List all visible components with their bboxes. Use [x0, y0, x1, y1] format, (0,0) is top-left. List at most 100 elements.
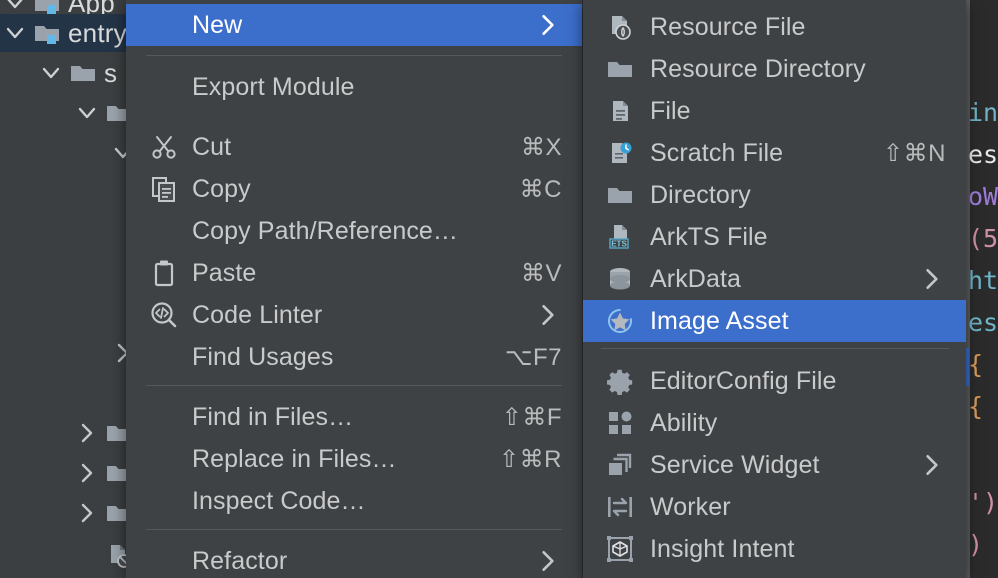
menu-item[interactable]: EditorConfig File [583, 360, 966, 402]
menu-item[interactable]: Find in Files…⇧⌘F [126, 396, 582, 438]
service-widget-icon [600, 444, 640, 486]
chevron-down-icon[interactable] [0, 0, 30, 14]
menu-item-label: Inspect Code… [188, 487, 582, 516]
menu-item[interactable]: Service Widget [583, 444, 966, 486]
menu-item-label: Service Widget [640, 451, 920, 480]
menu-item[interactable]: ETS ArkTS File [583, 216, 966, 258]
menu-icon-placeholder [140, 480, 188, 522]
menu-item-label: Export Module [188, 73, 582, 102]
context-menu[interactable]: NewExport ModuleCut⌘XCopy⌘CCopy Path/Ref… [126, 0, 583, 578]
menu-icon-placeholder [140, 396, 188, 438]
ability-grid-icon [600, 402, 640, 444]
ide-window: Appentrys. inesoW(5htes{{')) NewExport M… [0, 0, 998, 578]
menu-item-label: Scratch File [640, 139, 883, 168]
new-submenu[interactable]: Resource File Resource Directory File Scrat… [583, 0, 966, 578]
menu-icon-placeholder [140, 438, 188, 480]
chevron-down-icon[interactable] [0, 22, 30, 44]
menu-item-label: Worker [640, 493, 966, 522]
menu-item[interactable]: Copy Path/Reference… [126, 210, 582, 252]
menu-item-shortcut: ⌘V [521, 259, 582, 288]
folder-module-icon [30, 19, 64, 47]
image-asset-star-icon [600, 300, 640, 342]
menu-item-shortcut: ⌥F7 [505, 343, 582, 372]
chevron-right-icon[interactable] [72, 502, 102, 524]
menu-item-label: Ability [640, 409, 966, 438]
menu-item[interactable]: Refactor [126, 540, 582, 578]
copy-icon [140, 168, 188, 210]
menu-item[interactable]: Scratch File⇧⌘N [583, 132, 966, 174]
menu-item[interactable]: Export Module [126, 66, 582, 108]
menu-item-shortcut: ⌘C [520, 175, 582, 204]
arkts-file-icon: ETS [600, 216, 640, 258]
menu-item[interactable]: Code Linter [126, 294, 582, 336]
menu-item-label: Image Asset [640, 307, 966, 336]
chevron-down-icon[interactable] [36, 62, 66, 84]
menu-item-shortcut: ⇧⌘F [502, 403, 582, 432]
menu-item-label: Find in Files… [188, 403, 502, 432]
menu-item[interactable]: Resource Directory [583, 48, 966, 90]
menu-item[interactable]: Worker [583, 486, 966, 528]
menu-item[interactable]: Paste⌘V [126, 252, 582, 294]
menu-icon-placeholder [140, 66, 188, 108]
worker-arrows-icon [600, 486, 640, 528]
submenu-arrow-icon [536, 549, 582, 573]
scratch-file-icon [600, 132, 640, 174]
menu-item[interactable]: ArkData [583, 258, 966, 300]
svg-text:ETS: ETS [611, 239, 627, 248]
tree-row-label: entry [64, 18, 127, 49]
resource-file-icon [600, 6, 640, 48]
folder-icon [600, 48, 640, 90]
menu-item[interactable]: File [583, 90, 966, 132]
menu-item[interactable]: Inspect Code… [126, 480, 582, 522]
menu-item[interactable]: Replace in Files…⇧⌘R [126, 438, 582, 480]
menu-icon-placeholder [140, 4, 188, 46]
menu-item[interactable]: Copy⌘C [126, 168, 582, 210]
menu-item-label: Refactor [188, 547, 536, 576]
code-line: (5 [968, 226, 998, 251]
code-line: oW [968, 184, 998, 209]
code-line: es [968, 310, 998, 335]
submenu-arrow-icon [536, 303, 582, 327]
menu-item-label: EditorConfig File [640, 367, 966, 396]
database-icon [600, 258, 640, 300]
code-line: { [968, 394, 983, 419]
menu-item-label: File [640, 97, 966, 126]
menu-item-shortcut: ⇧⌘R [499, 445, 582, 474]
clipboard-icon [140, 252, 188, 294]
code-line: es [968, 142, 998, 167]
menu-item-label: Copy Path/Reference… [188, 217, 582, 246]
menu-item-label: Resource File [640, 13, 966, 42]
menu-item[interactable]: Resource File [583, 6, 966, 48]
menu-item-label: Insight Intent [640, 535, 966, 564]
menu-separator [146, 529, 562, 530]
menu-item[interactable]: Ability [583, 402, 966, 444]
menu-item[interactable]: Insight Intent [583, 528, 966, 570]
menu-item[interactable]: Directory [583, 174, 966, 216]
menu-separator [146, 385, 562, 386]
menu-item[interactable]: Image Asset [583, 300, 966, 342]
folder-icon [66, 59, 100, 87]
code-line: in [968, 100, 998, 125]
menu-item-label: New [188, 11, 536, 40]
gear-icon [600, 360, 640, 402]
chevron-down-icon[interactable] [72, 102, 102, 124]
menu-icon-placeholder [140, 336, 188, 378]
menu-icon-placeholder [140, 210, 188, 252]
menu-item[interactable]: New [126, 4, 582, 46]
menu-item-shortcut: ⇧⌘N [883, 139, 966, 168]
menu-item-shortcut: ⌘X [521, 133, 582, 162]
submenu-arrow-icon [536, 13, 582, 37]
chevron-right-icon[interactable] [72, 422, 102, 444]
chevron-right-icon[interactable] [72, 462, 102, 484]
code-line: { [968, 352, 983, 377]
code-editor-panel[interactable]: inesoW(5htes{{')) [966, 0, 998, 578]
menu-item-label: Replace in Files… [188, 445, 499, 474]
code-inspect-icon [140, 294, 188, 336]
code-line: ht [968, 268, 998, 293]
menu-item-label: Cut [188, 133, 521, 162]
submenu-arrow-icon [920, 267, 966, 291]
menu-item[interactable]: Cut⌘X [126, 126, 582, 168]
menu-item[interactable]: Find Usages⌥F7 [126, 336, 582, 378]
menu-item-label: ArkTS File [640, 223, 966, 252]
editor-selection-marker [966, 348, 969, 386]
